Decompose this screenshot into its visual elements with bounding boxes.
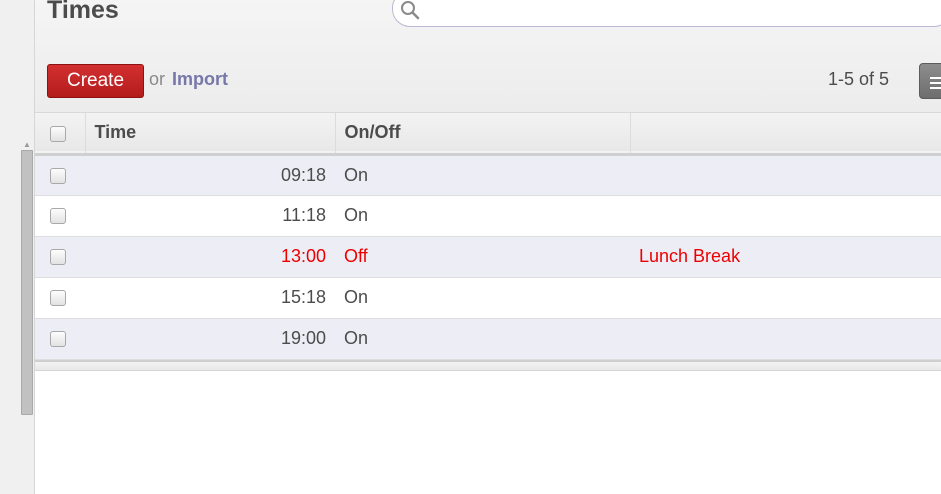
- left-sidebar-strip: ▲: [0, 0, 35, 494]
- note-cell: [630, 277, 941, 318]
- or-label: or: [149, 69, 166, 89]
- note-cell: [630, 195, 941, 236]
- note-cell: Lunch Break: [639, 246, 741, 266]
- search-input[interactable]: [392, 0, 941, 27]
- table-row[interactable]: 15:18 On: [35, 277, 941, 318]
- row-checkbox[interactable]: [50, 208, 66, 225]
- select-all-cell: [35, 113, 86, 154]
- scrollbar-thumb[interactable]: [21, 150, 33, 415]
- table-footer: [35, 359, 941, 371]
- time-cell: 11:18: [282, 205, 326, 225]
- state-cell: Off: [344, 246, 368, 266]
- state-cell: On: [344, 328, 369, 348]
- note-cell: [630, 318, 941, 359]
- column-header-note: [630, 113, 941, 154]
- column-header-on-off[interactable]: On/Off: [335, 113, 631, 154]
- pager-counter[interactable]: 1-5 of 5: [828, 69, 889, 90]
- row-select-cell: [35, 236, 85, 277]
- row-select-cell: [35, 318, 85, 359]
- table-row[interactable]: 19:00 On: [35, 318, 941, 359]
- row-select-cell: [35, 277, 85, 318]
- time-cell: 09:18: [280, 164, 326, 185]
- time-cell: 19:00: [280, 328, 326, 348]
- state-cell: On: [344, 287, 369, 307]
- search-icon: [400, 0, 420, 20]
- list-view-button[interactable]: [919, 63, 941, 99]
- select-all-checkbox[interactable]: [50, 125, 66, 142]
- create-button[interactable]: Create: [47, 64, 144, 98]
- table-row[interactable]: 11:18 On: [35, 195, 941, 236]
- row-checkbox[interactable]: [50, 331, 66, 348]
- table-row[interactable]: 09:18 On: [35, 154, 941, 195]
- row-select-cell: [35, 154, 85, 195]
- time-cell: 13:00: [280, 246, 326, 266]
- page-title: Times: [47, 0, 119, 24]
- row-checkbox[interactable]: [50, 290, 66, 307]
- note-cell: [630, 154, 941, 195]
- table-row[interactable]: 13:00 Off Lunch Break: [35, 236, 941, 277]
- state-cell: On: [344, 164, 369, 185]
- row-select-cell: [35, 195, 85, 236]
- table-header-row: Time On/Off: [35, 113, 941, 154]
- time-cell: 15:18: [280, 287, 326, 307]
- state-cell: On: [344, 205, 369, 225]
- scroll-up-arrow-icon[interactable]: ▲: [21, 140, 33, 150]
- row-checkbox[interactable]: [50, 249, 66, 266]
- column-header-time[interactable]: Time: [85, 113, 336, 154]
- row-checkbox[interactable]: [50, 167, 66, 184]
- times-table: Time On/Off 09:18 On 11:18 On 13:00 Off …: [35, 113, 941, 371]
- import-link[interactable]: Import: [172, 69, 228, 90]
- list-header: Times Create or Import 1-5 of 5: [35, 0, 941, 113]
